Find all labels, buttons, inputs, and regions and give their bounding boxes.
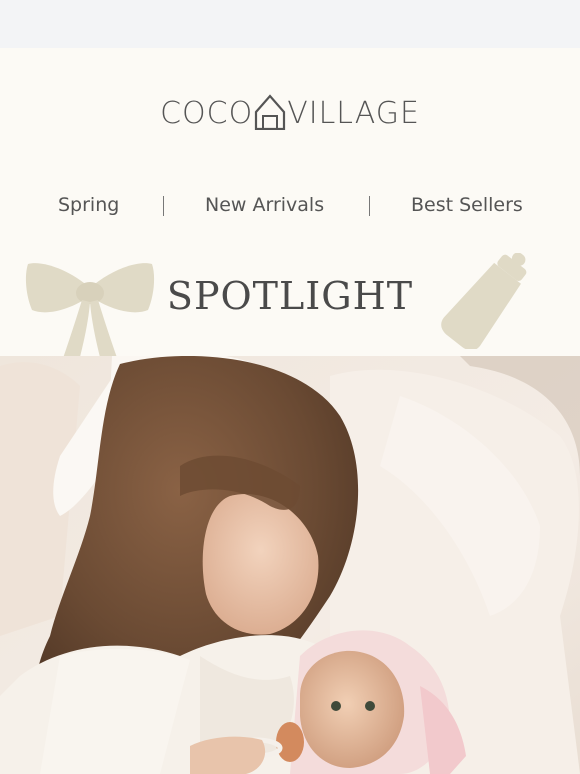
house-icon: [255, 94, 286, 130]
nav-item-best-sellers[interactable]: Best Sellers: [411, 194, 523, 216]
brand-logo[interactable]: COCO VILLAGE: [0, 90, 580, 136]
nav-item-spring[interactable]: Spring: [58, 194, 119, 216]
logo-text-left: COCO: [160, 95, 254, 131]
hero-photo[interactable]: [0, 356, 580, 774]
logo-text-right: VILLAGE: [287, 95, 420, 131]
nav-item-new-arrivals[interactable]: New Arrivals: [205, 194, 324, 216]
nav-separator: [163, 196, 164, 216]
nav-separator: [369, 196, 370, 216]
hero-photo-illustration: [0, 356, 580, 774]
email-body: COCO VILLAGE Spring New Arrivals Best Se…: [0, 48, 580, 774]
baby-bottle-icon: [441, 253, 527, 349]
top-nav: Spring New Arrivals Best Sellers: [0, 188, 580, 224]
browser-top-bar: [0, 0, 580, 48]
spotlight-title: SPOTLIGHT: [166, 274, 414, 318]
